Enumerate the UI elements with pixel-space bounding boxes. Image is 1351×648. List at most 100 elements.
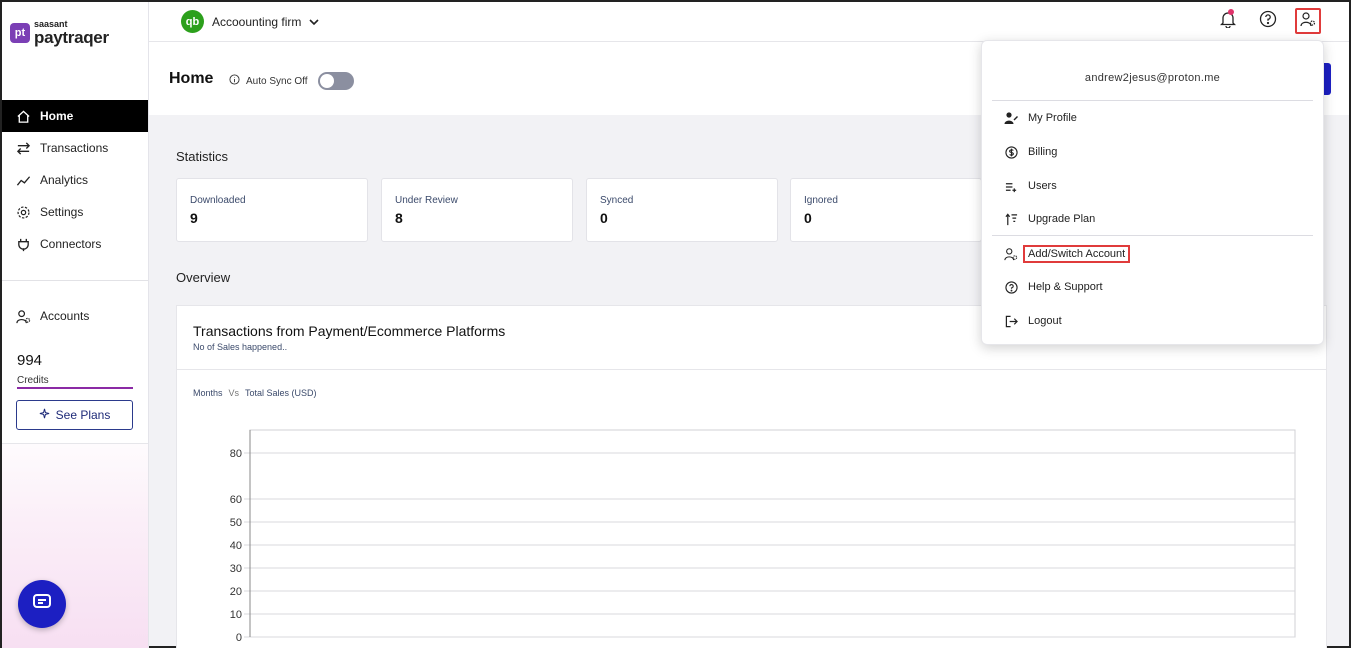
logo-big-text: paytraqer (34, 28, 109, 47)
chart-y-tick-label: 0 (236, 632, 242, 644)
sidebar-item-analytics[interactable]: Analytics (2, 164, 148, 196)
account-menu-button[interactable] (1295, 8, 1321, 34)
dollar-circle-icon (1004, 145, 1018, 159)
stat-value: 8 (395, 210, 403, 226)
chart-line-icon (16, 173, 31, 188)
chart-y-label: Total Sales (USD) (245, 388, 317, 398)
menu-item-label: Add/Switch Account (1023, 245, 1131, 263)
stat-card-synced[interactable]: Synced 0 (586, 178, 778, 242)
quickbooks-logo: qb (181, 10, 204, 33)
stat-value: 9 (190, 210, 198, 226)
see-plans-button[interactable]: See Plans (16, 400, 133, 430)
logout-icon (1004, 314, 1018, 328)
menu-item-help-support[interactable]: Help & Support (1004, 277, 1103, 297)
stat-value: 0 (600, 210, 608, 226)
menu-item-add-switch-account[interactable]: Add/Switch Account (1004, 244, 1131, 264)
sidebar-item-label: Settings (40, 205, 84, 219)
chart-y-tick-label: 20 (230, 586, 242, 598)
sidebar-divider (2, 280, 148, 281)
sidebar-item-connectors[interactable]: Connectors (2, 228, 148, 260)
sidebar: pt saasant paytraqer Home Transactions A… (2, 2, 149, 648)
sidebar-item-label: Analytics (40, 173, 89, 187)
sales-chart: 0 10 20 30 40 50 60 80 (230, 429, 1296, 644)
sidebar-item-label: Accounts (40, 309, 90, 323)
plug-icon (16, 237, 31, 252)
stat-label: Downloaded (190, 195, 246, 206)
menu-item-label: Help & Support (1028, 281, 1103, 293)
dropdown-divider (992, 235, 1313, 236)
chart-y-tick-label: 40 (230, 540, 242, 552)
chart-x-label: Months (193, 388, 223, 398)
sidebar-item-accounts[interactable]: Accounts (2, 300, 148, 332)
account-dropdown-menu: andrew2jesus@proton.me My Profile Billin… (981, 40, 1324, 345)
menu-item-label: Upgrade Plan (1028, 213, 1096, 225)
user-gear-icon (16, 309, 31, 324)
chart-y-tick-label: 80 (230, 448, 242, 460)
menu-item-upgrade-plan[interactable]: Upgrade Plan (1004, 209, 1095, 229)
stat-card-ignored[interactable]: Ignored 0 (790, 178, 982, 242)
stat-card-downloaded[interactable]: Downloaded 9 (176, 178, 368, 242)
help-circle-icon (1004, 280, 1018, 294)
stat-label: Under Review (395, 195, 458, 206)
credits-label: Credits (17, 375, 49, 386)
sidebar-item-settings[interactable]: Settings (2, 196, 148, 228)
menu-item-label: My Profile (1028, 112, 1077, 124)
menu-item-my-profile[interactable]: My Profile (1004, 108, 1077, 128)
users-list-icon (1004, 179, 1018, 193)
help-button[interactable] (1255, 8, 1281, 34)
credits-bar (17, 387, 133, 389)
overview-title: Overview (176, 270, 231, 285)
menu-item-label: Billing (1028, 146, 1058, 158)
company-selector[interactable]: qb Accoounting firm (181, 10, 319, 33)
menu-item-billing[interactable]: Billing (1004, 142, 1057, 162)
app-logo[interactable]: pt saasant paytraqer (10, 20, 109, 46)
user-gear-icon (1300, 11, 1316, 32)
stat-card-under-review[interactable]: Under Review 8 (381, 178, 573, 242)
top-bar: qb Accoounting firm (149, 2, 1349, 42)
sidebar-item-label: Transactions (40, 141, 109, 155)
chart-y-tick-label: 50 (230, 517, 242, 529)
page-title: Home (169, 70, 214, 87)
home-icon (16, 109, 31, 124)
chart-y-tick-label: 60 (230, 494, 242, 506)
toggle-knob (319, 74, 334, 88)
dropdown-divider (992, 100, 1313, 101)
chart-vs-label: Vs (228, 388, 240, 398)
company-name: Accoounting firm (212, 14, 302, 29)
sidebar-nav: Home Transactions Analytics Settings Con… (2, 100, 148, 260)
statistics-title: Statistics (176, 149, 229, 164)
stat-label: Ignored (804, 195, 838, 206)
menu-item-users[interactable]: Users (1004, 176, 1057, 196)
sidebar-item-label: Connectors (40, 237, 102, 251)
autosync-toggle[interactable] (317, 72, 354, 90)
credits-value: 994 (17, 352, 43, 369)
logo-mark: pt (10, 23, 30, 43)
notification-dot (1228, 9, 1234, 15)
sparkle-icon (39, 408, 50, 422)
upgrade-icon (1004, 212, 1018, 226)
notifications-button[interactable] (1215, 8, 1241, 34)
see-plans-label: See Plans (55, 408, 111, 422)
autosync-label: Auto Sync Off (246, 75, 308, 87)
info-icon[interactable] (229, 74, 240, 88)
account-email: andrew2jesus@proton.me (1084, 72, 1221, 84)
chat-button[interactable] (18, 580, 66, 628)
arrows-icon (16, 141, 31, 156)
stat-label: Synced (600, 195, 634, 206)
sidebar-item-label: Home (40, 109, 74, 123)
chart-plot-frame (249, 429, 1296, 638)
autosync-control: Auto Sync Off (229, 72, 354, 90)
sidebar-item-home[interactable]: Home (2, 100, 148, 132)
stat-value: 0 (804, 210, 812, 226)
chart-card: Transactions from Payment/Ecommerce Plat… (176, 305, 1327, 648)
chart-y-tick-label: 10 (230, 609, 242, 621)
chart-title: Transactions from Payment/Ecommerce Plat… (193, 323, 506, 339)
chat-icon (32, 593, 52, 616)
menu-item-label: Users (1028, 180, 1057, 192)
menu-item-logout[interactable]: Logout (1004, 311, 1062, 331)
chevron-down-icon (309, 15, 319, 29)
chart-subtitle: No of Sales happened.. (193, 342, 288, 352)
user-gear-icon (1004, 247, 1018, 261)
gear-icon (16, 205, 31, 220)
sidebar-item-transactions[interactable]: Transactions (2, 132, 148, 164)
